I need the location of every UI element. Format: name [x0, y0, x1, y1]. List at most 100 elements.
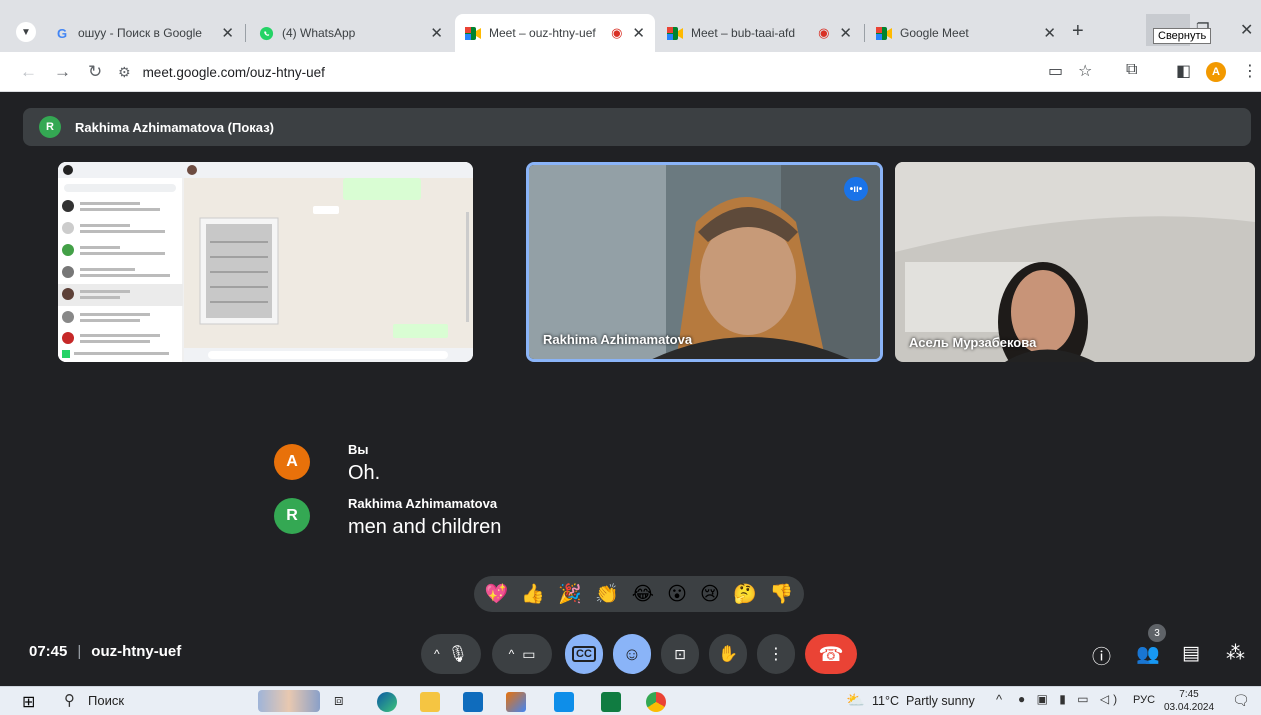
participant-tile-asel[interactable]: Асель Мурзабекова — [895, 162, 1255, 362]
chrome-icon[interactable] — [646, 692, 666, 712]
tab-label: Meet – ouz-htny-uef — [489, 26, 596, 40]
presenter-avatar: R — [39, 116, 61, 138]
forward-icon[interactable]: → — [54, 62, 71, 82]
present-screen-icon: ⊡ — [674, 645, 686, 662]
camera-button[interactable]: ^ ▭ — [492, 634, 552, 674]
tooltip: Свернуть — [1153, 28, 1212, 44]
task-view-icon[interactable]: ⧈ — [334, 692, 344, 709]
address-toolbar: ← → ↻ ⚙ meet.google.com/ouz-htny-uef ▭ ☆… — [0, 52, 1261, 92]
caption-avatar: A — [274, 444, 310, 480]
profile-avatar[interactable]: A — [1206, 62, 1226, 82]
omnibox[interactable]: ⚙ meet.google.com/ouz-htny-uef — [118, 57, 1063, 87]
activities-icon[interactable]: ⁂ — [1226, 642, 1245, 665]
reaction-thumbs-down[interactable]: 👎 — [770, 582, 794, 606]
close-window-icon[interactable]: ✕ — [1240, 20, 1253, 40]
back-icon[interactable]: ← — [20, 62, 37, 82]
caption-text: men and children — [348, 516, 502, 538]
hand-icon: ✋ — [718, 646, 738, 663]
more-options-button[interactable]: ⋮ — [757, 634, 795, 674]
caption-row: R Rakhima Azhimamatova men and children — [274, 496, 501, 539]
tab-meet-2[interactable]: Meet – bub-taai-afd ◉ ✕ — [657, 14, 862, 52]
meet-stage: R Rakhima Azhimamatova (Показ) •ıı• Rakh… — [0, 92, 1261, 686]
reaction-clap[interactable]: 👏 — [595, 582, 619, 606]
url-text[interactable]: meet.google.com/ouz-htny-uef — [143, 65, 325, 80]
microphone-icon: 🎙 — [447, 646, 468, 663]
teamviewer-icon[interactable] — [554, 692, 574, 712]
tray-icons[interactable]: ● ▣ ▮ ▭ ◁) — [1018, 692, 1121, 706]
excel-icon[interactable] — [601, 692, 621, 712]
edge-icon[interactable] — [377, 692, 397, 712]
reaction-surprised[interactable]: 😮 — [667, 583, 687, 606]
reaction-thumbs-up[interactable]: 👍 — [521, 582, 545, 606]
mic-button[interactable]: ^ 🎙 — [421, 634, 481, 674]
tab-label: Meet – bub-taai-afd — [691, 26, 796, 40]
meeting-time: 07:45 — [29, 643, 68, 660]
reload-icon[interactable]: ↻ — [88, 62, 102, 82]
side-panel-icon[interactable]: ◧ — [1176, 61, 1191, 81]
closed-captions-icon: CC — [572, 646, 596, 662]
caption-speaker: Rakhima Azhimamatova — [348, 496, 498, 511]
caption-row: A Вы Oh. — [274, 442, 380, 485]
cast-icon[interactable]: ▭ — [1048, 61, 1063, 81]
tab-label: ошуу - Поиск в Google — [78, 26, 202, 40]
present-button[interactable]: ⊡ — [661, 634, 699, 674]
tab-whatsapp[interactable]: (4) WhatsApp ✕ — [248, 14, 453, 52]
menu-icon[interactable]: ⋮ — [1242, 61, 1258, 81]
input-language[interactable]: РУС — [1133, 694, 1155, 706]
reaction-party[interactable]: 🎉 — [558, 582, 582, 606]
participant-tile-rakhima[interactable]: •ıı• Rakhima Azhimamatova — [526, 162, 883, 362]
whatsapp-icon — [258, 25, 274, 41]
participant-name: Rakhima Azhimamatova — [543, 332, 693, 347]
screen-share-tile[interactable] — [58, 162, 473, 362]
emoji-button[interactable]: ☺ — [613, 634, 651, 674]
tab-meet-active[interactable]: Meet – ouz-htny-uef ◉ ✕ — [455, 14, 655, 52]
taskbar-search[interactable]: Поиск — [88, 693, 124, 708]
tab-label: (4) WhatsApp — [282, 26, 356, 40]
camera-icon: ▭ — [522, 645, 536, 662]
site-settings-icon[interactable]: ⚙ — [118, 64, 131, 81]
clock[interactable]: 7:45 03.04.2024 — [1164, 688, 1214, 714]
new-tab-icon[interactable]: + — [1072, 20, 1084, 43]
presenter-label: Rakhima Azhimamatova (Показ) — [75, 119, 274, 135]
search-icon[interactable]: ⚲ — [64, 691, 75, 709]
clock-time: 7:45 — [1179, 689, 1199, 700]
extensions-icon[interactable]: ⧉ — [1126, 61, 1137, 79]
chevron-up-icon[interactable]: ^ — [434, 647, 440, 661]
weather-text[interactable]: 11°C Partly sunny — [872, 694, 975, 708]
reaction-heart[interactable]: 💖 — [485, 582, 509, 606]
paint-icon[interactable] — [506, 692, 526, 712]
people-count-badge: 3 — [1148, 624, 1166, 642]
close-tab-icon[interactable]: ✕ — [839, 24, 852, 42]
recording-icon: ◉ — [818, 25, 830, 40]
windows-start-icon[interactable]: ⊞ — [22, 692, 35, 712]
leave-call-button[interactable]: ☎ — [805, 634, 857, 674]
reaction-sad[interactable]: 😢 — [700, 583, 720, 606]
tab-google-meet[interactable]: Google Meet ✕ — [866, 14, 1066, 52]
participant-video — [895, 162, 1255, 362]
reaction-laugh[interactable]: 😂 — [632, 583, 654, 606]
tray-chevron-icon[interactable]: ^ — [996, 692, 1002, 707]
people-icon[interactable]: 👥 — [1136, 642, 1160, 666]
reaction-thinking[interactable]: 🤔 — [733, 582, 757, 606]
meet-icon — [876, 25, 892, 41]
hang-up-icon: ☎ — [818, 643, 844, 666]
bookmark-star-icon[interactable]: ☆ — [1078, 61, 1092, 81]
notifications-icon[interactable]: 🗨 — [1232, 692, 1250, 709]
close-tab-icon[interactable]: ✕ — [430, 24, 443, 42]
tab-label: Google Meet — [900, 26, 969, 40]
weather-icon: ⛅ — [846, 692, 865, 709]
raise-hand-button[interactable]: ✋ — [709, 634, 747, 674]
file-explorer-icon[interactable] — [420, 692, 440, 712]
info-icon[interactable]: ⓘ — [1092, 642, 1111, 669]
chat-icon[interactable]: ▤ — [1182, 642, 1200, 665]
close-tab-icon[interactable]: ✕ — [1043, 24, 1056, 42]
close-tab-icon[interactable]: ✕ — [221, 24, 234, 42]
meet-icon — [667, 25, 683, 41]
captions-button[interactable]: CC — [565, 634, 603, 674]
caption-avatar: R — [274, 498, 310, 534]
chevron-up-icon[interactable]: ^ — [509, 647, 515, 661]
tab-google-search[interactable]: G ошуу - Поиск в Google ✕ — [44, 14, 244, 52]
close-tab-icon[interactable]: ✕ — [632, 24, 645, 42]
mail-icon[interactable] — [463, 692, 483, 712]
tab-search-button[interactable]: ▼ — [16, 22, 36, 42]
